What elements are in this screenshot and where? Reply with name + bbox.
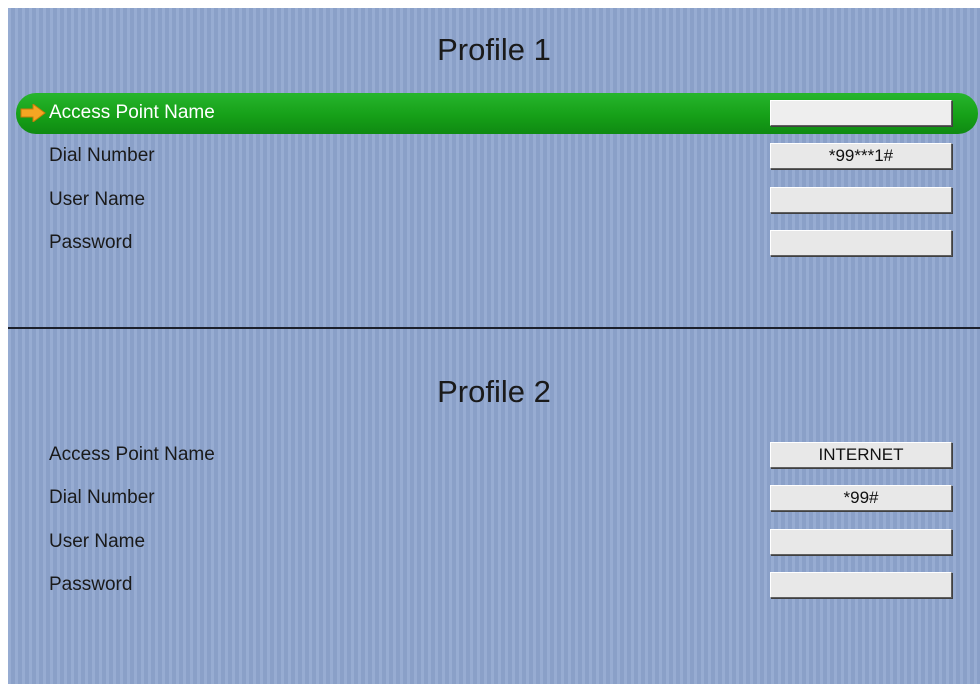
profile-1-section: Profile 1 Access Point Name Dial Number …: [8, 8, 980, 328]
profile-1-password-label: Password: [49, 232, 133, 253]
profile-2-dial-number-row[interactable]: Dial Number: [8, 477, 980, 519]
profile-1-dial-number-field[interactable]: [770, 143, 952, 169]
settings-screen: Profile 1 Access Point Name Dial Number …: [8, 8, 980, 684]
profile-1-user-name-field[interactable]: [770, 187, 952, 213]
arrow-right-icon: [20, 104, 46, 122]
profile-1-dial-number-label: Dial Number: [49, 145, 155, 166]
profile-1-password-field[interactable]: [770, 230, 952, 256]
profile-2-access-point-name-field[interactable]: [770, 442, 952, 468]
profile-2-password-field[interactable]: [770, 572, 952, 598]
profile-1-title: Profile 1: [437, 32, 551, 67]
profile-2-access-point-name-label: Access Point Name: [49, 444, 215, 465]
profile-2-password-row[interactable]: Password: [8, 564, 980, 606]
profile-2-user-name-field[interactable]: [770, 529, 952, 555]
profile-2-access-point-name-row[interactable]: Access Point Name: [8, 434, 980, 476]
profile-2-dial-number-label: Dial Number: [49, 487, 155, 508]
profile-2-user-name-label: User Name: [49, 531, 146, 552]
section-divider: [8, 327, 980, 329]
profile-2-dial-number-field[interactable]: [770, 485, 952, 511]
profile-1-dial-number-row[interactable]: Dial Number: [8, 135, 980, 177]
profile-1-user-name-label: User Name: [49, 189, 146, 210]
profile-1-access-point-name-field[interactable]: [770, 100, 952, 126]
profile-2-title: Profile 2: [437, 374, 551, 409]
profile-1-access-point-name-label: Access Point Name: [49, 102, 215, 123]
profile-1-password-row[interactable]: Password: [8, 222, 980, 264]
profile-1-user-name-row[interactable]: User Name: [8, 179, 980, 221]
profile-2-user-name-row[interactable]: User Name: [8, 521, 980, 563]
profile-1-access-point-name-row[interactable]: Access Point Name: [8, 92, 980, 134]
profile-2-password-label: Password: [49, 574, 133, 595]
profile-2-section: Profile 2 Access Point Name Dial Number …: [8, 330, 980, 684]
